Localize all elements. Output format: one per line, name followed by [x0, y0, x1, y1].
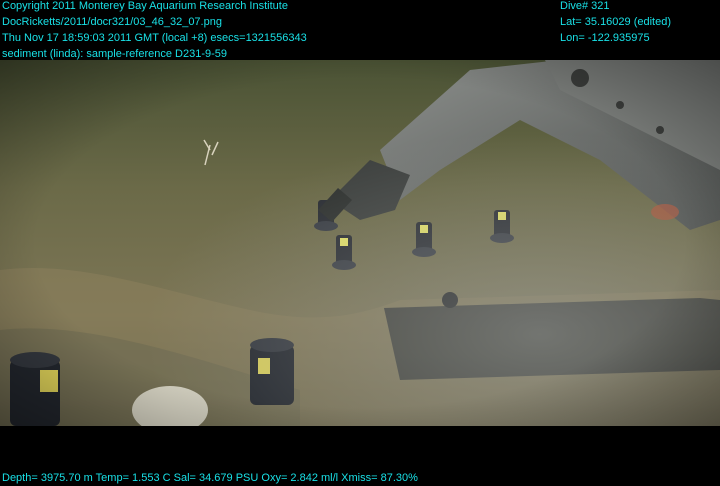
dive-number: Dive# 321 — [560, 0, 610, 12]
lighting-vignette — [0, 60, 720, 426]
copyright-line: Copyright 2011 Monterey Bay Aquarium Res… — [2, 0, 288, 12]
rov-frame: Copyright 2011 Monterey Bay Aquarium Res… — [0, 0, 720, 486]
sample-annotation-line: sediment (linda): sample-reference D231-… — [2, 48, 227, 60]
timestamp-line: Thu Nov 17 18:59:03 2011 GMT (local +8) … — [2, 32, 307, 44]
longitude-readout: Lon= -122.935975 — [560, 32, 650, 44]
image-path-line: DocRicketts/2011/docr321/03_46_32_07.png — [2, 16, 222, 28]
seafloor-image — [0, 60, 720, 426]
header-info-left: Copyright 2011 Monterey Bay Aquarium Res… — [2, 0, 307, 62]
telemetry-readout: Depth= 3975.70 m Temp= 1.553 C Sal= 34.6… — [2, 472, 418, 484]
header-info-right: Dive# 321 Lat= 35.16029 (edited) Lon= -1… — [560, 0, 671, 46]
latitude-readout: Lat= 35.16029 (edited) — [560, 16, 672, 28]
seafloor-scene — [0, 60, 720, 426]
